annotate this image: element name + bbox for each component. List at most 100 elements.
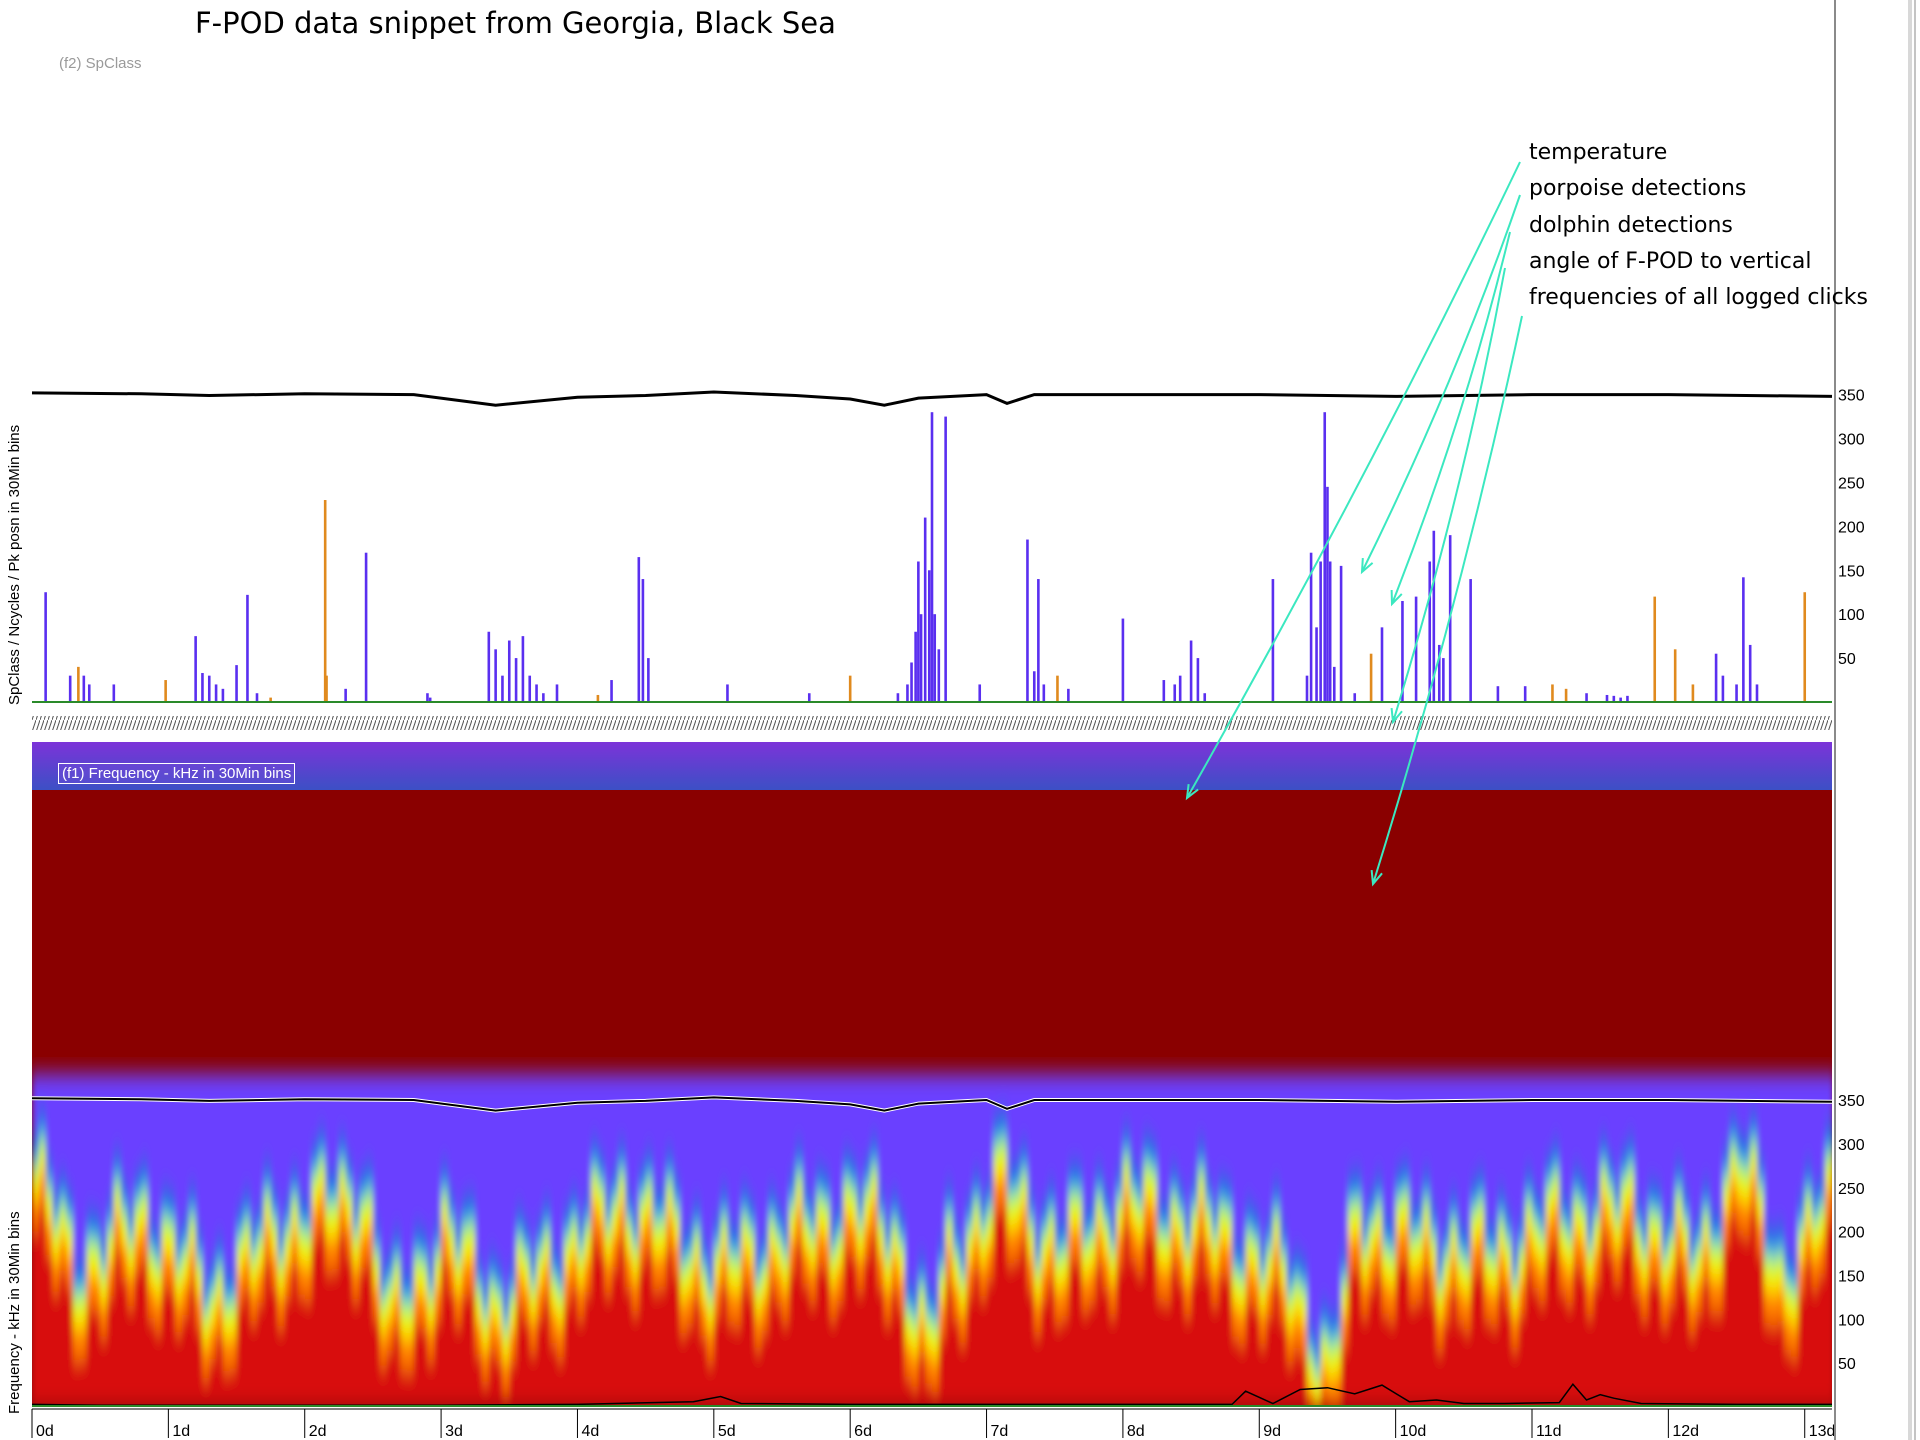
porpoise-bar [344,688,347,702]
porpoise-bar [1026,539,1029,702]
heatmap-cell [1825,1190,1832,1222]
panel-divider-hatch [32,716,1832,730]
porpoise-bar [1721,675,1725,702]
heatmap-cell [1825,1155,1832,1174]
porpoise-bar [647,658,650,702]
dolphin-bar [164,680,167,702]
porpoise-bar [194,636,197,702]
y-axis-label-bottom: Frequency - kHz in 30Min bins [6,1211,23,1414]
porpoise-bar [1428,561,1432,702]
porpoise-bar [1121,618,1125,702]
porpoise-bar [1353,693,1357,702]
porpoise-bar [937,649,941,702]
porpoise-bar [1319,561,1322,702]
porpoise-bar [896,693,900,702]
window-edge-inner [1914,0,1916,1440]
porpoise-bar [487,631,491,702]
porpoise-bar [1380,627,1384,702]
y-tick-label-bottom: 50 [1838,1356,1856,1373]
y-tick-label-top: 350 [1838,388,1865,405]
panel-tag-frequency: (f1) Frequency - kHz in 30Min bins [58,763,296,784]
y-tick-label-bottom: 350 [1838,1093,1865,1110]
y-tick-label-top: 100 [1838,607,1865,624]
dolphin-bar [323,500,327,702]
y-tick-label-bottom: 300 [1838,1137,1865,1154]
porpoise-bar [87,684,91,702]
porpoise-bar [494,649,497,702]
porpoise-bar [1748,644,1752,702]
dolphin-bar [1564,688,1568,702]
dolphin-bar [1691,684,1695,702]
porpoise-bar [978,684,982,702]
dolphin-bar [77,666,80,702]
porpoise-bar [1323,412,1327,702]
porpoise-bar [82,675,86,702]
porpoise-bar [528,675,532,702]
x-tick-label: 2d [309,1423,327,1440]
x-tick-label: 0d [36,1423,54,1440]
porpoise-bar [44,592,47,702]
y-tick-label-top: 250 [1838,475,1865,492]
porpoise-bar [1032,671,1036,702]
legend-porpoise-detections: porpoise detections [1529,176,1747,201]
porpoise-bar [1714,653,1718,702]
porpoise-bar [1469,579,1472,702]
y-tick-label-top: 50 [1838,651,1856,668]
dolphin-bar [1056,675,1059,702]
porpoise-bar [364,552,368,702]
porpoise-bar [1315,627,1318,702]
heatmap-top-band [32,742,1832,790]
x-axis: 0d 1d 2d 3d 4d 5d 6d 7d 8d 9d 10d 11d 12d 13d [31,1408,1836,1440]
x-tick-label: 12d [1672,1423,1699,1440]
porpoise-bar [1189,640,1193,702]
y-tick-label-bottom: 200 [1838,1225,1865,1242]
porpoise-bar [930,412,934,702]
dolphin-bar [1653,596,1657,702]
dolphin-bar [848,675,852,702]
porpoise-bar [1162,680,1166,702]
porpoise-bar [1326,486,1329,702]
porpoise-bar [68,675,72,702]
porpoise-bar [1496,686,1500,702]
y-tick-label-bottom: 250 [1838,1181,1865,1198]
porpoise-bar [726,684,729,702]
porpoise-bar [919,614,923,702]
legend-angle: angle of F-POD to vertical [1529,249,1812,274]
porpoise-bar [944,416,947,702]
annotation-arrow [1361,194,1521,573]
dolphin-bar [325,675,328,702]
x-tick-label: 11d [1536,1423,1562,1440]
porpoise-bar [1332,666,1336,702]
dolphin-bar [1369,653,1373,702]
porpoise-bar [923,517,927,702]
dolphin-bar [1551,684,1554,702]
x-tick-label: 13d [1809,1423,1836,1440]
legend-dolphin-detections: dolphin detections [1529,213,1733,238]
x-tick-label: 6d [854,1423,872,1440]
heatmap-columns [32,1073,1832,1407]
heatmap-cell [1825,1142,1832,1156]
heatmap-cell [1825,1173,1832,1191]
frequency-panel: 350 300 250 200 150 100 50 [31,742,1865,1407]
porpoise-bar [807,693,811,702]
x-tick-label: 7d [991,1423,1009,1440]
porpoise-bar [1196,658,1200,702]
x-tick-label: 1d [172,1423,190,1440]
y-tick-label-top: 150 [1838,563,1865,580]
porpoise-bar [910,662,913,702]
heatmap-cell [1825,1221,1832,1407]
porpoise-bar [235,665,238,702]
porpoise-bar [201,673,204,702]
porpoise-bar [1735,684,1738,702]
panel-tag-spclass: (f2) SpClass [59,55,142,72]
porpoise-bar [637,557,641,702]
porpoise-bar [1523,686,1527,702]
y-tick-label-bottom: 150 [1838,1268,1865,1285]
y-axis-label-top: SpClass / Ncycles / Pk posn in 30Min bin… [6,424,23,705]
porpoise-bar [917,561,920,702]
porpoise-bar [112,684,116,702]
porpoise-bar [914,631,917,702]
temperature-line-top [31,390,1833,407]
plot-right-border [1834,0,1836,1440]
dolphin-bar [1803,592,1807,702]
